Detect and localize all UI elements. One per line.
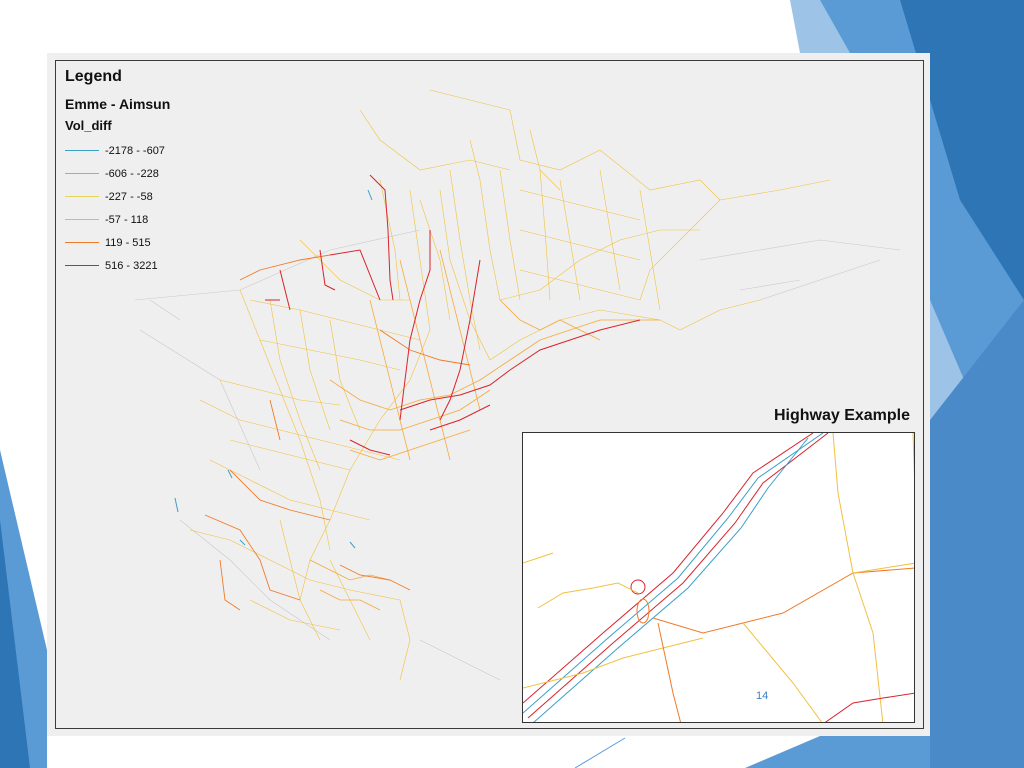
inset-title: Highway Example	[773, 407, 910, 424]
local-road-1	[537, 582, 639, 609]
legend-swatch	[65, 196, 99, 197]
legend-swatch	[65, 173, 99, 174]
legend-swatch	[65, 242, 99, 243]
ramp-loop-1	[630, 579, 646, 595]
local-road-4	[657, 622, 682, 722]
local-road-5	[742, 622, 823, 722]
local-road-8	[852, 562, 914, 574]
local-road-10	[523, 552, 554, 564]
legend-class-label: 119 - 515	[105, 236, 151, 249]
local-road-7	[912, 433, 914, 479]
legend-class-row: 516 - 3221	[65, 254, 170, 277]
legend-field-name: Vol_diff	[65, 118, 112, 133]
legend-class-row: -57 - 118	[65, 208, 170, 231]
local-road-6	[832, 433, 884, 722]
highway-inset-drawing	[523, 433, 914, 722]
legend-swatch	[65, 219, 99, 220]
local-road-2	[652, 567, 914, 634]
legend-class-row: -2178 - -607	[65, 139, 170, 162]
legend-swatch	[65, 265, 99, 266]
legend-class-label: 516 - 3221	[105, 259, 158, 272]
legend-classes: -2178 - -607 -606 - -228 -227 - -58 -57 - 1…	[65, 139, 170, 277]
highway-red-1	[523, 433, 814, 704]
highway-inset-map: 14	[522, 432, 915, 723]
legend-class-row: -606 - -228	[65, 162, 170, 185]
legend-class-row: 119 - 515	[65, 231, 170, 254]
inset-link-label: 14	[756, 690, 769, 702]
legend-class-label: -606 - -228	[105, 167, 159, 180]
legend-subtitle: Emme - Aimsun	[65, 96, 171, 112]
legend-class-label: -2178 - -607	[105, 144, 165, 157]
legend-title: Legend	[65, 68, 122, 85]
legend-class-label: -57 - 118	[105, 213, 149, 226]
map-legend: Legend Emme - Aimsun Vol_diff -2178 - -6…	[65, 68, 170, 277]
legend-class-row: -227 - -58	[65, 185, 170, 208]
local-road-9	[824, 692, 914, 722]
legend-class-label: -227 - -58	[105, 190, 153, 203]
legend-swatch	[65, 150, 99, 151]
local-road-3	[523, 637, 704, 689]
